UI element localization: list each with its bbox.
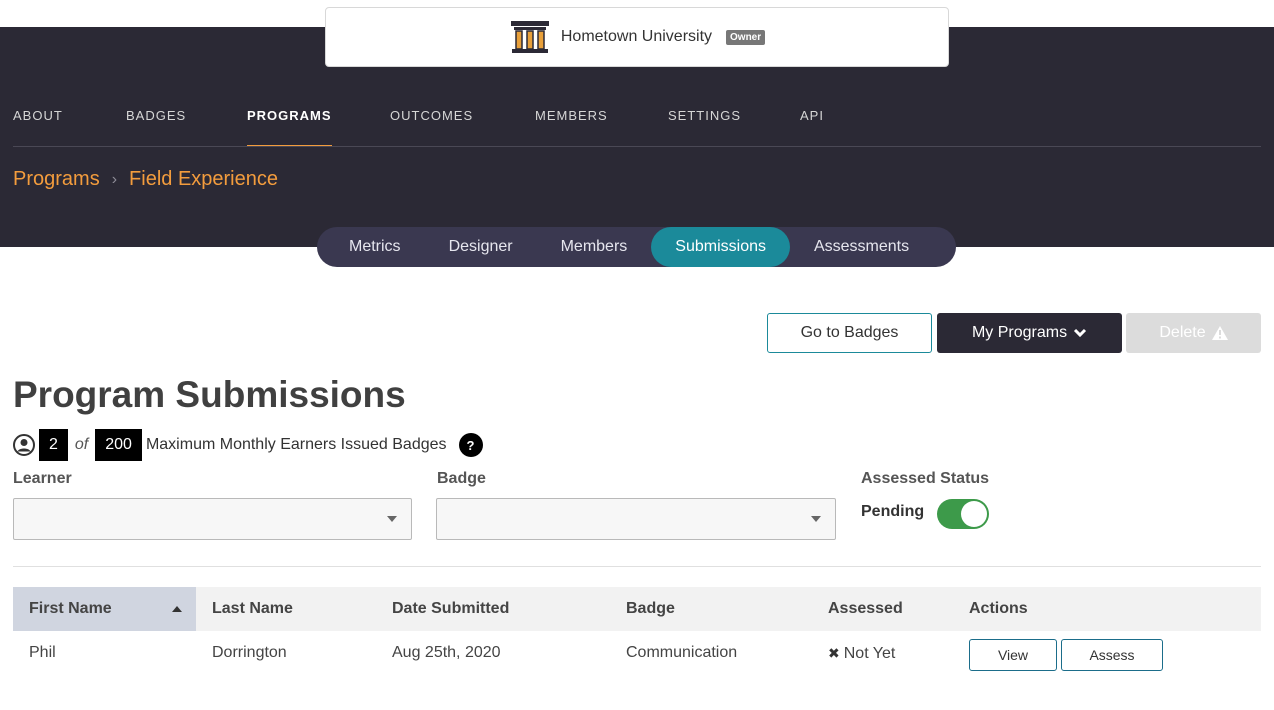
pending-toggle[interactable] [937, 499, 989, 529]
sort-ascending-icon [172, 606, 182, 612]
assessed-status-label: Assessed Status [861, 470, 990, 487]
quota-limit: 200 [95, 429, 142, 461]
breadcrumb-field-experience[interactable]: Field Experience [129, 168, 278, 191]
cell-assessed-value: Not Yet [843, 645, 896, 662]
delete-label: Delete [1159, 324, 1206, 341]
cell-last-name: Dorrington [212, 644, 287, 661]
tab-designer[interactable]: Designer [425, 227, 537, 267]
pending-label: Pending [861, 503, 925, 520]
learner-select[interactable] [13, 498, 412, 540]
view-button[interactable]: View [969, 639, 1057, 671]
nav-about[interactable]: ABOUT [13, 100, 63, 147]
toggle-knob [961, 501, 987, 527]
top-nav: ABOUT BADGES PROGRAMS OUTCOMES MEMBERS S… [0, 100, 1274, 147]
nav-outcomes[interactable]: OUTCOMES [390, 100, 473, 147]
cell-assessed: ✖ Not Yet [828, 631, 895, 675]
column-actions: Actions [969, 600, 1028, 617]
cell-badge: Communication [626, 644, 738, 661]
chevron-down-icon [1074, 328, 1087, 338]
nav-settings[interactable]: SETTINGS [668, 100, 741, 147]
tab-submissions[interactable]: Submissions [651, 227, 790, 267]
cell-first-name: Phil [29, 644, 56, 661]
column-date-submitted[interactable]: Date Submitted [392, 587, 509, 631]
warning-icon [1211, 326, 1228, 340]
program-tabs: Metrics Designer Members Submissions Ass… [317, 227, 956, 267]
column-last-name[interactable]: Last Name [212, 587, 293, 631]
nav-divider [13, 146, 1261, 147]
go-to-badges-label: Go to Badges [800, 324, 899, 341]
breadcrumb: Programs › Field Experience [13, 168, 278, 191]
table-row: Phil Dorrington Aug 25th, 2020 Communica… [13, 631, 1261, 675]
assess-button[interactable]: Assess [1061, 639, 1163, 671]
nav-members[interactable]: MEMBERS [535, 100, 608, 147]
badge-select[interactable] [436, 498, 836, 540]
quota-of: of [74, 436, 89, 453]
badge-label: Badge [437, 470, 486, 487]
quota-description: Maximum Monthly Earners Issued Badges [145, 436, 447, 453]
nav-api[interactable]: API [800, 100, 824, 147]
org-name: Hometown University [560, 28, 713, 45]
column-first-name[interactable]: First Name [13, 587, 196, 631]
divider [13, 566, 1261, 567]
nav-badges[interactable]: BADGES [126, 100, 186, 147]
chevron-right-icon: › [111, 170, 118, 188]
page-title: Program Submissions [13, 374, 406, 415]
learner-label: Learner [13, 470, 72, 487]
caret-down-icon [811, 516, 821, 522]
quota-used: 2 [39, 429, 68, 461]
table-header: First Name Last Name Date Submitted Badg… [13, 587, 1261, 631]
column-badge[interactable]: Badge [626, 587, 675, 631]
pillars-logo-icon [510, 21, 549, 53]
close-icon: ✖ [828, 645, 840, 661]
nav-programs[interactable]: PROGRAMS [247, 100, 332, 147]
help-icon[interactable]: ? [458, 433, 483, 457]
tab-members[interactable]: Members [537, 227, 652, 267]
cell-date-submitted: Aug 25th, 2020 [392, 644, 501, 661]
org-card: Hometown University Owner [325, 7, 949, 67]
tab-metrics[interactable]: Metrics [325, 227, 425, 267]
earner-quota: 2 of 200 Maximum Monthly Earners Issued … [13, 429, 483, 461]
owner-badge: Owner [726, 29, 766, 45]
my-programs-button[interactable]: My Programs [937, 313, 1122, 353]
user-circle-icon [13, 434, 35, 456]
column-first-name-label: First Name [29, 600, 112, 617]
go-to-badges-button[interactable]: Go to Badges [767, 313, 932, 353]
caret-down-icon [387, 516, 397, 522]
my-programs-label: My Programs [971, 324, 1068, 341]
tab-assessments[interactable]: Assessments [790, 227, 933, 267]
column-assessed[interactable]: Assessed [828, 587, 903, 631]
breadcrumb-programs[interactable]: Programs [13, 168, 100, 191]
delete-button[interactable]: Delete [1126, 313, 1261, 353]
